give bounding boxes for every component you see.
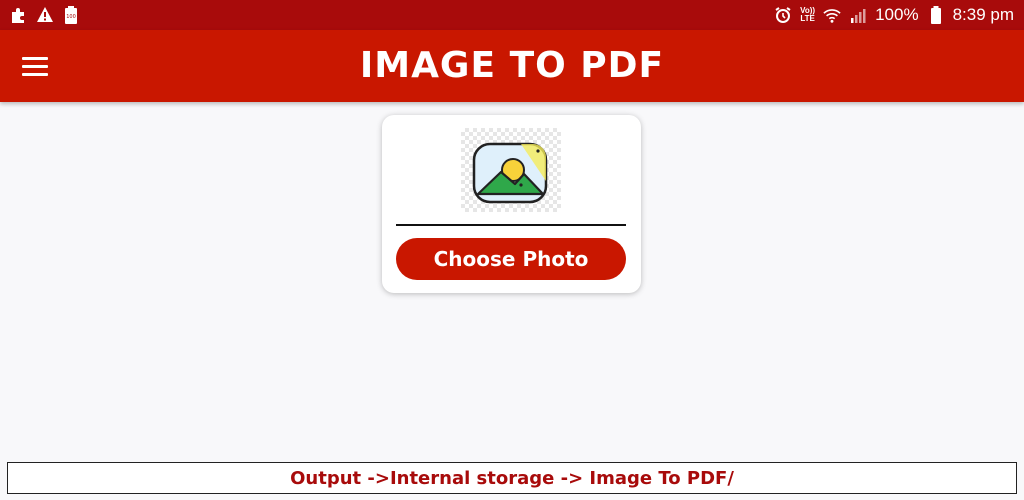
volte-indicator: Vo)) LTE bbox=[800, 6, 816, 23]
svg-text:100: 100 bbox=[66, 14, 76, 20]
app-bar: IMAGE TO PDF bbox=[0, 30, 1024, 102]
app-title: IMAGE TO PDF bbox=[359, 45, 665, 86]
output-path-footer: Output ->Internal storage -> Image To PD… bbox=[7, 462, 1017, 494]
choose-photo-button[interactable]: Choose Photo bbox=[396, 238, 626, 280]
puzzle-icon bbox=[10, 6, 28, 24]
image-preview[interactable] bbox=[461, 128, 561, 212]
status-right-icons: Vo)) LTE 100% 8:39 pm bbox=[774, 5, 1014, 25]
wifi-icon bbox=[823, 6, 841, 24]
image-placeholder-icon bbox=[472, 142, 548, 204]
card-divider bbox=[396, 224, 626, 226]
clock-time: 8:39 pm bbox=[952, 5, 1014, 24]
warning-icon bbox=[36, 6, 54, 24]
battery-saver-icon: 100 bbox=[62, 6, 80, 24]
status-left-icons: 100 bbox=[10, 6, 80, 24]
alarm-icon bbox=[774, 6, 792, 24]
status-bar: 100 Vo)) LTE 100% 8:39 pm bbox=[0, 0, 1024, 30]
signal-icon bbox=[849, 6, 867, 24]
image-picker-card: Choose Photo bbox=[382, 115, 641, 293]
battery-percent: 100% bbox=[875, 5, 919, 24]
battery-icon bbox=[927, 6, 945, 24]
